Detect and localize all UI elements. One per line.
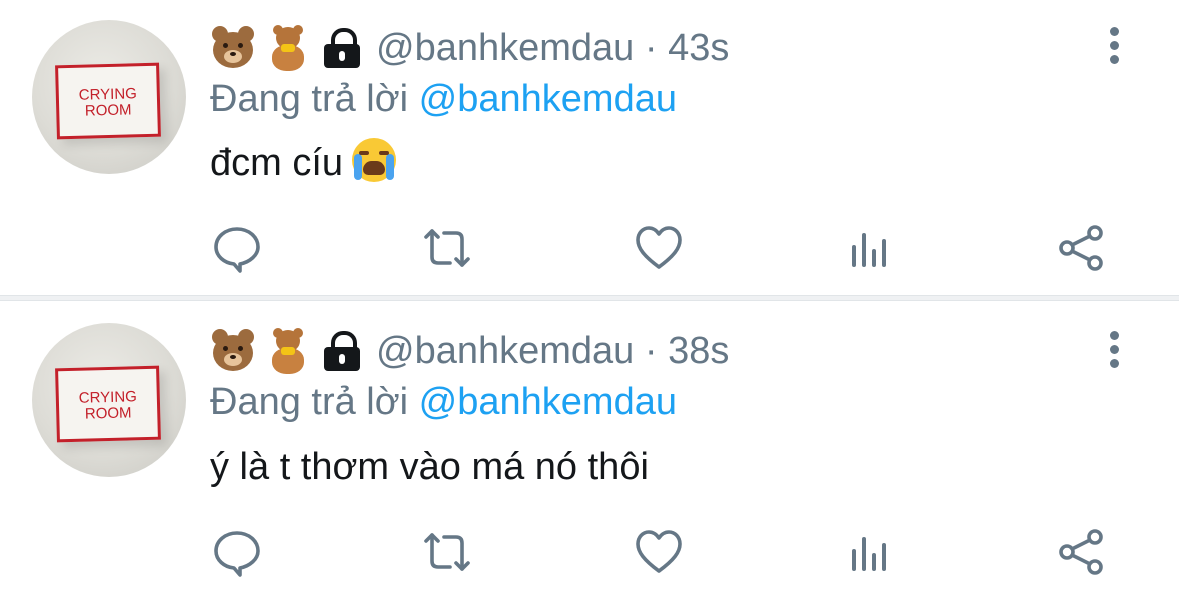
user-handle[interactable]: @banhkemdau · 43s xyxy=(376,22,729,74)
avatar-sign-text: CRYING ROOM xyxy=(78,85,138,120)
more-vertical-icon[interactable] xyxy=(1106,27,1122,73)
lock-icon xyxy=(322,26,362,70)
retweet-icon[interactable] xyxy=(422,527,472,577)
share-icon[interactable] xyxy=(1056,527,1106,577)
lock-icon xyxy=(322,329,362,373)
replying-to-link[interactable]: @banhkemdau xyxy=(419,381,677,423)
avatar[interactable]: CRYING ROOM xyxy=(32,323,186,477)
bear-face-icon xyxy=(210,329,256,373)
loudly-crying-face-icon xyxy=(351,137,397,183)
teddy-bear-icon xyxy=(266,25,310,71)
tweet-text: ý là t thơm vào má nó thôi xyxy=(210,446,649,488)
tweet-header: @banhkemdau · 43s xyxy=(210,22,729,74)
tweet-actions xyxy=(0,223,1179,273)
more-vertical-icon[interactable] xyxy=(1106,331,1122,377)
tweet-header: @banhkemdau · 38s xyxy=(210,325,729,377)
like-icon[interactable] xyxy=(634,527,684,577)
reply-icon[interactable] xyxy=(212,223,262,273)
share-icon[interactable] xyxy=(1056,223,1106,273)
replying-to: Đang trả lời @banhkemdau xyxy=(210,78,677,120)
tweet-actions xyxy=(0,527,1179,577)
like-icon[interactable] xyxy=(634,223,684,273)
avatar-sign-text: CRYING ROOM xyxy=(78,388,138,423)
timestamp: 38s xyxy=(668,330,730,372)
teddy-bear-icon xyxy=(266,328,310,374)
analytics-icon[interactable] xyxy=(845,223,895,273)
tweet[interactable]: CRYING ROOM @banhkemdau · 38s Đang trả lờ… xyxy=(0,301,1179,598)
crying-room-sign: CRYING ROOM xyxy=(55,62,161,140)
crying-room-sign: CRYING ROOM xyxy=(55,365,161,443)
retweet-icon[interactable] xyxy=(422,223,472,273)
timestamp: 43s xyxy=(668,27,730,69)
replying-to: Đang trả lời @banhkemdau xyxy=(210,381,677,423)
user-handle[interactable]: @banhkemdau · 38s xyxy=(376,325,729,377)
tweet-text: đcm cíu xyxy=(210,136,397,190)
tweet[interactable]: CRYING ROOM @banhkemdau · 43s Đang trả lờ… xyxy=(0,0,1179,295)
analytics-icon[interactable] xyxy=(845,527,895,577)
reply-icon[interactable] xyxy=(212,527,262,577)
bear-face-icon xyxy=(210,26,256,70)
avatar[interactable]: CRYING ROOM xyxy=(32,20,186,174)
replying-to-link[interactable]: @banhkemdau xyxy=(419,78,677,120)
